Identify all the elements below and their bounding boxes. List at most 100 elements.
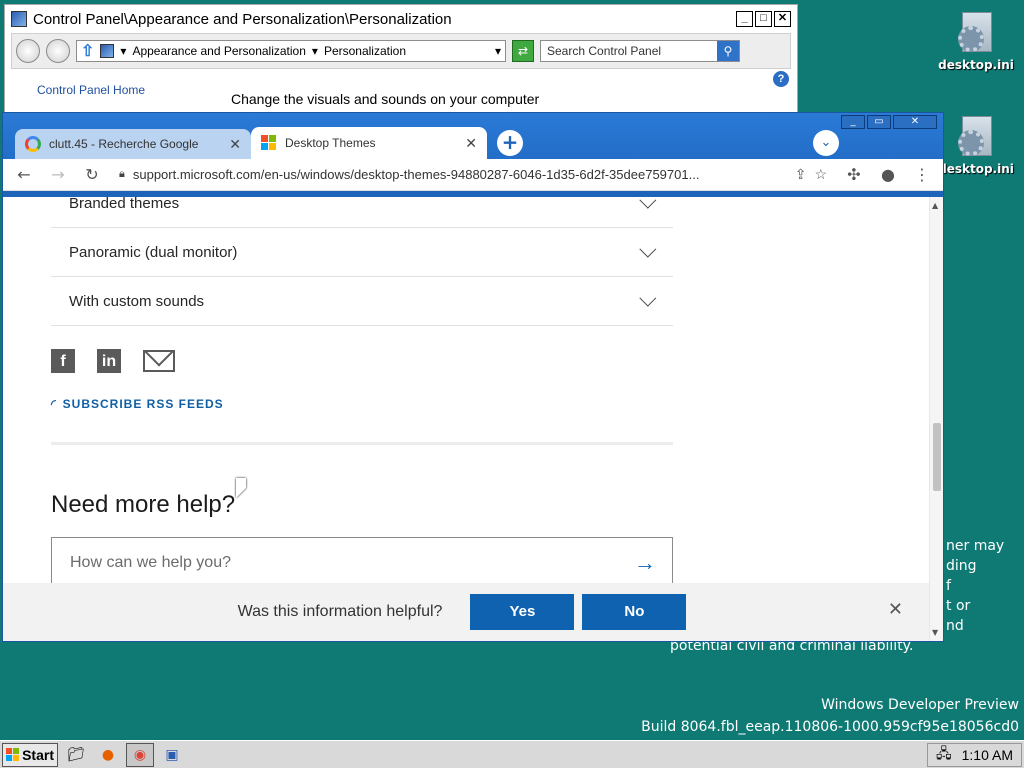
breadcrumb-separator-icon[interactable]: ▾ (120, 44, 126, 58)
tab-strip: clutt.45 - Recherche Google ✕ Desktop Th… (15, 127, 523, 159)
forward-button[interactable] (46, 39, 70, 63)
email-icon[interactable] (143, 350, 175, 372)
menu-kebab-icon[interactable]: ⋮ (909, 165, 935, 184)
accordion-panoramic[interactable]: Panoramic (dual monitor) (51, 228, 673, 277)
back-arrow-icon[interactable]: ← (11, 165, 37, 184)
accordion-custom-sounds[interactable]: With custom sounds (51, 277, 673, 326)
browser-window: _ ▭ ✕ clutt.45 - Recherche Google ✕ Desk… (2, 112, 944, 642)
feedback-question: Was this information helpful? (237, 603, 443, 620)
clock[interactable]: 1:10 AM (962, 747, 1013, 763)
help-search-placeholder: How can we help you? (70, 554, 231, 571)
facebook-icon[interactable]: f (51, 349, 75, 373)
desktop-file-icon-1[interactable]: desktop.ini (936, 12, 1016, 72)
breadcrumb-item-personalization[interactable]: Personalization (324, 44, 406, 58)
maximize-button[interactable]: □ (755, 11, 772, 27)
settings-file-icon (958, 116, 994, 158)
new-tab-button[interactable]: + (497, 130, 523, 156)
taskbar: Start 📁︎ ● ◉ ▣ 🖧︎ 1:10 AM (0, 740, 1024, 768)
up-arrow-icon[interactable]: ⇧ (81, 41, 94, 61)
close-button[interactable]: ✕ (774, 11, 791, 27)
firefox-icon[interactable]: ● (94, 743, 122, 767)
yes-button[interactable]: Yes (470, 594, 575, 630)
help-icon[interactable]: ? (773, 71, 789, 87)
settings-file-icon (958, 12, 994, 54)
file-explorer-icon[interactable]: 📁︎ (62, 743, 90, 767)
watermark-line-1: Windows Developer Preview (821, 697, 1019, 713)
breadcrumb-item-appearance[interactable]: Appearance and Personalization (132, 44, 305, 58)
browser-minimize-button[interactable]: _ (841, 115, 865, 129)
google-icon (25, 136, 41, 152)
scrollbar-thumb[interactable] (933, 423, 941, 491)
extensions-puzzle-icon[interactable]: ✣ (841, 165, 867, 184)
chevron-down-icon (639, 197, 657, 209)
vertical-scrollbar[interactable]: ▲ ▼ (929, 197, 943, 641)
windows-logo-icon (6, 747, 19, 762)
browser-toolbar: ← → ↻ 🔒︎ support.microsoft.com/en-us/win… (3, 159, 943, 191)
start-button[interactable]: Start (2, 742, 58, 767)
linkedin-icon[interactable]: in (97, 349, 121, 373)
scroll-down-icon[interactable]: ▼ (932, 628, 938, 637)
scroll-up-icon[interactable]: ▲ (932, 201, 938, 210)
address-dropdown-icon[interactable]: ▾ (495, 44, 501, 58)
control-panel-titlebar[interactable]: Control Panel\Appearance and Personaliza… (5, 5, 797, 33)
microsoft-icon (261, 135, 277, 151)
share-icon[interactable]: ⇪ (795, 166, 807, 183)
page-heading: Change the visuals and sounds on your co… (231, 91, 540, 107)
submit-arrow-icon[interactable]: → (634, 550, 656, 576)
browser-maximize-button[interactable]: ▭ (867, 115, 891, 129)
chrome-icon[interactable]: ◉ (126, 742, 154, 767)
tab-close-icon[interactable]: ✕ (465, 135, 477, 152)
tab-desktop-themes[interactable]: Desktop Themes ✕ (251, 127, 487, 159)
tab-title: clutt.45 - Recherche Google (49, 137, 199, 151)
tab-google-search[interactable]: clutt.45 - Recherche Google ✕ (15, 129, 251, 159)
minimize-button[interactable]: _ (736, 11, 753, 27)
control-panel-small-icon (100, 44, 115, 58)
back-button[interactable] (16, 39, 40, 63)
obscured-text-5: nd (946, 618, 964, 634)
page-content: Branded themes Panoramic (dual monitor) … (3, 197, 943, 641)
divider (51, 442, 673, 445)
control-panel-title: Control Panel\Appearance and Personaliza… (33, 10, 452, 28)
build-watermark: Windows Developer Preview Build 8064.fbl… (641, 694, 1019, 738)
search-placeholder: Search Control Panel (547, 44, 662, 58)
lock-icon[interactable]: 🔒︎ (119, 168, 125, 181)
chevron-down-icon (639, 289, 657, 307)
control-panel-home-link[interactable]: Control Panel Home (37, 83, 145, 97)
obscured-text-4: t or (946, 598, 971, 614)
close-icon[interactable]: ✕ (888, 599, 903, 620)
browser-close-button[interactable]: ✕ (893, 115, 937, 129)
bookmark-star-icon[interactable]: ☆ (814, 166, 827, 183)
browser-titlebar: _ ▭ ✕ clutt.45 - Recherche Google ✕ Desk… (3, 113, 943, 191)
desktop-file-icon-2[interactable]: desktop.ini (936, 116, 1016, 176)
desktop-icon-label: desktop.ini (938, 162, 1014, 176)
url-bar[interactable]: 🔒︎ support.microsoft.com/en-us/windows/d… (113, 160, 833, 189)
breadcrumb-separator-icon[interactable]: ▾ (312, 44, 318, 58)
search-icon[interactable]: ⚲ (717, 41, 739, 61)
chevron-down-icon (639, 240, 657, 258)
tab-search-button[interactable]: ⌄ (813, 130, 839, 156)
no-button[interactable]: No (582, 594, 687, 630)
tab-close-icon[interactable]: ✕ (229, 136, 241, 153)
rss-label: SUBSCRIBE RSS FEEDS (62, 397, 224, 411)
search-control-panel-input[interactable]: Search Control Panel ⚲ (540, 40, 740, 62)
rss-icon: ◜ (51, 397, 57, 411)
control-panel-navbar: ⇧ ▾ Appearance and Personalization ▾ Per… (11, 33, 791, 69)
accordion-label: With custom sounds (69, 292, 205, 310)
watermark-line-2: Build 8064.fbl_eeap.110806-1000.959cf95e… (641, 719, 1019, 735)
system-tray: 🖧︎ 1:10 AM (927, 742, 1022, 767)
start-label: Start (22, 746, 54, 763)
help-search-input[interactable]: How can we help you? → (51, 537, 673, 589)
accordion-label: Panoramic (dual monitor) (69, 243, 238, 261)
network-icon[interactable]: 🖧︎ (936, 743, 952, 767)
accordion-branded-themes[interactable]: Branded themes (51, 197, 673, 228)
control-panel-icon (11, 11, 27, 27)
control-panel-taskbar-icon[interactable]: ▣ (158, 743, 186, 767)
accordion-label: Branded themes (69, 197, 180, 212)
subscribe-rss-link[interactable]: ◜ SUBSCRIBE RSS FEEDS (51, 397, 224, 411)
refresh-button[interactable]: ⇄ (512, 40, 534, 62)
address-bar[interactable]: ⇧ ▾ Appearance and Personalization ▾ Per… (76, 40, 506, 62)
profile-icon[interactable]: ● (875, 165, 901, 184)
feedback-bar: Was this information helpful? Yes No ✕ (3, 583, 929, 641)
reload-icon[interactable]: ↻ (79, 165, 105, 184)
forward-arrow-icon[interactable]: → (45, 165, 71, 184)
